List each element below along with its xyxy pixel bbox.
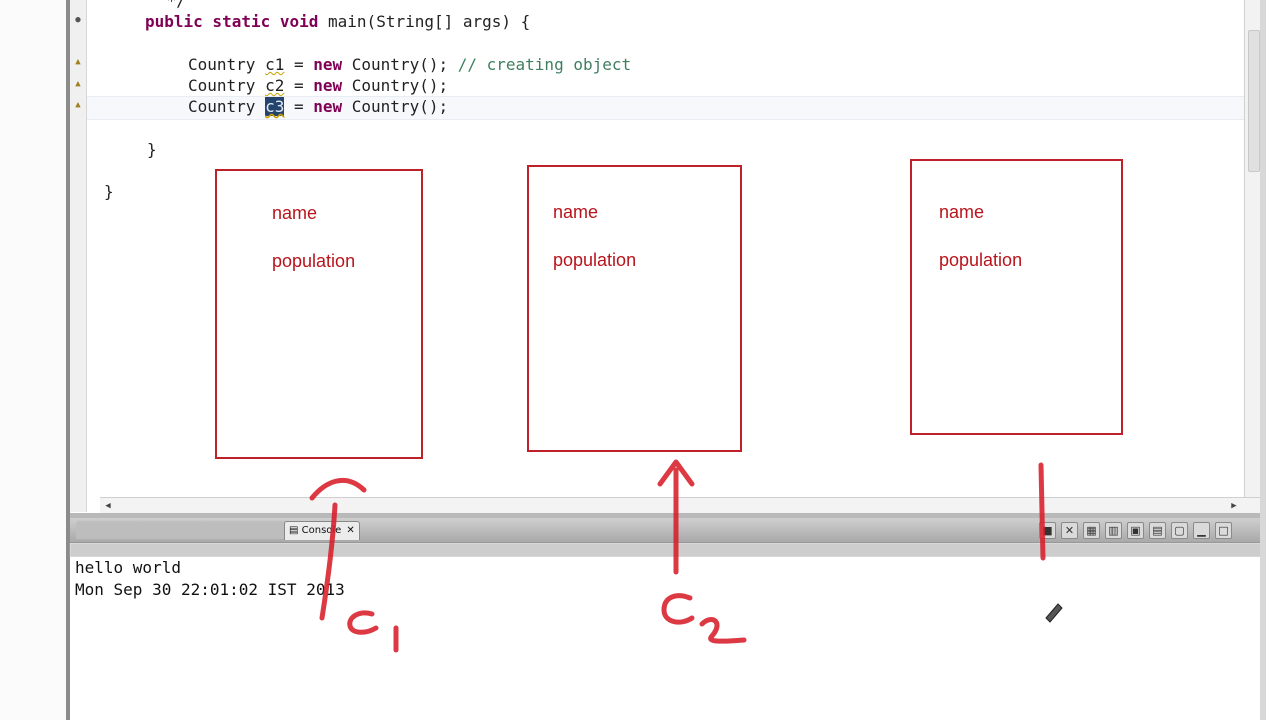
ink-arrow-c3-shaft xyxy=(1038,462,1046,561)
ink-digit-2 xyxy=(699,617,747,644)
ink-letter-c1 xyxy=(347,610,379,635)
ink-arrow-c1-head xyxy=(309,478,367,501)
pen-cursor-icon xyxy=(1045,603,1063,623)
ink-letter-c2 xyxy=(661,593,695,625)
ink-arrow-c1-shaft xyxy=(319,502,338,621)
handwritten-ink-overlay xyxy=(309,459,1063,653)
